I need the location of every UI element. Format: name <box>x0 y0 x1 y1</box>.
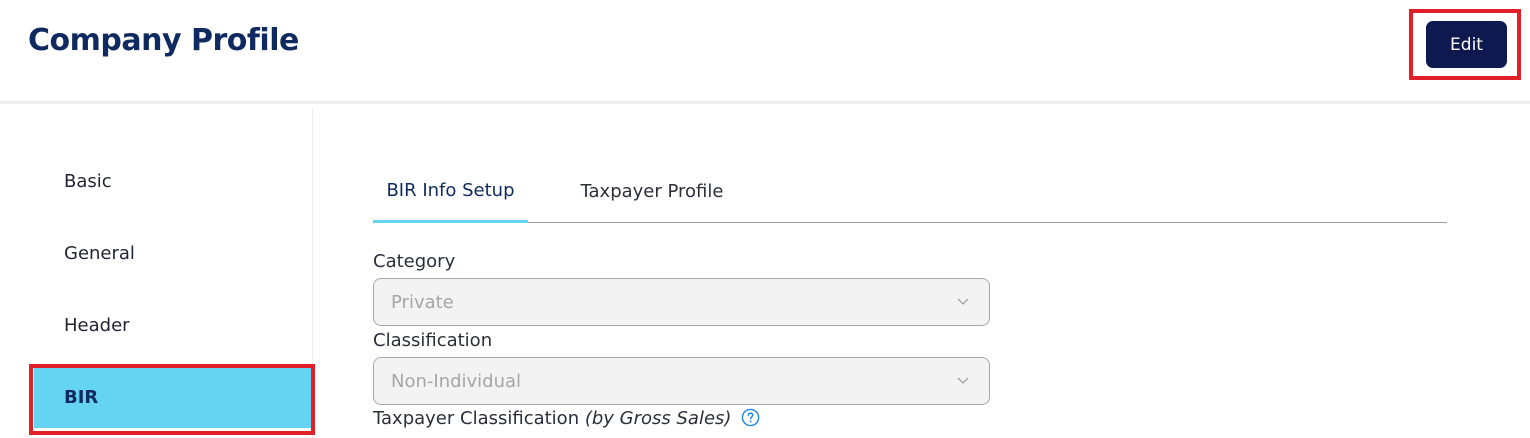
category-value: Private <box>391 291 454 313</box>
taxpayer-classification-label: Taxpayer Classification (by Gross Sales) <box>373 408 760 429</box>
tab-bar: BIR Info Setup Taxpayer Profile <box>373 160 1447 223</box>
page-header: Company Profile <box>0 0 1530 104</box>
tab-bir-info-setup[interactable]: BIR Info Setup <box>373 160 528 223</box>
chevron-down-icon <box>957 298 969 305</box>
classification-select[interactable]: Non-Individual <box>373 357 990 405</box>
help-circle-icon[interactable] <box>741 408 760 427</box>
sidebar-item-header[interactable]: Header <box>34 294 312 356</box>
chevron-down-icon <box>957 377 969 384</box>
taxpayer-classification-text: Taxpayer Classification <box>373 408 580 429</box>
category-label: Category <box>373 251 456 272</box>
sidebar-item-basic[interactable]: Basic <box>34 150 312 212</box>
classification-value: Non-Individual <box>391 370 522 392</box>
edit-button[interactable]: Edit <box>1426 21 1507 68</box>
classification-label: Classification <box>373 330 493 351</box>
page-title: Company Profile <box>28 23 299 58</box>
gross-sales-note: (by Gross Sales) <box>584 408 732 429</box>
tab-taxpayer-profile[interactable]: Taxpayer Profile <box>563 160 741 223</box>
sidebar-item-bir[interactable]: BIR <box>34 366 312 428</box>
category-select[interactable]: Private <box>373 278 990 326</box>
sidebar-item-general[interactable]: General <box>34 222 312 284</box>
